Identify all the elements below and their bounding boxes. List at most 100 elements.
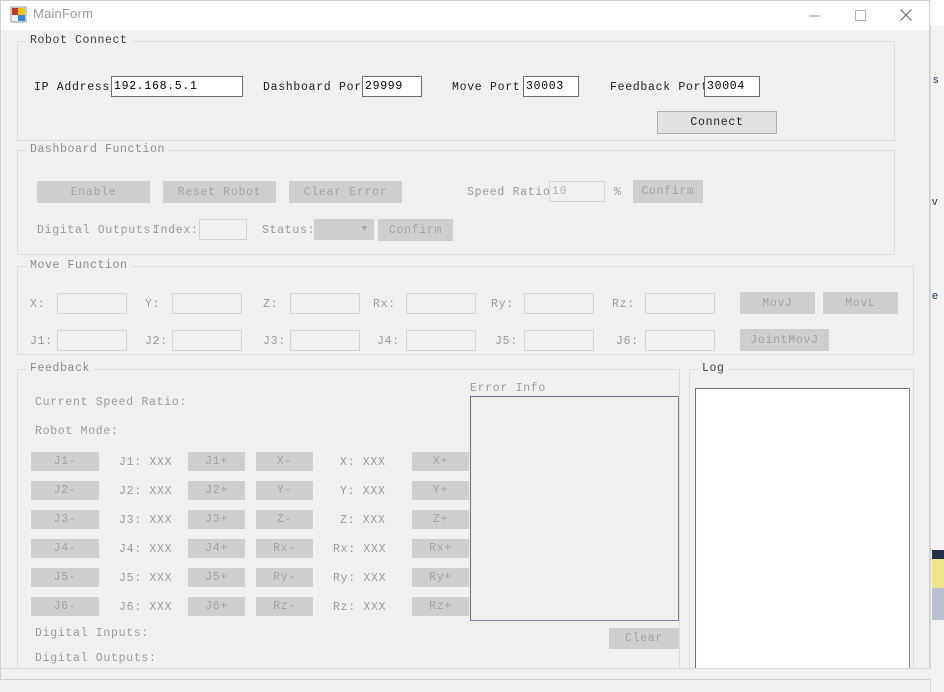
speed-ratio-label: Speed Ratio:	[467, 186, 559, 199]
status-label: Status:	[262, 224, 316, 237]
jog-ry-plus-button[interactable]: Ry+	[412, 568, 469, 587]
feedback-ry-readout: Ry: XXX	[333, 572, 387, 585]
jog-z-plus-button[interactable]: Z+	[412, 510, 469, 529]
movj-button[interactable]: MovJ	[740, 292, 815, 314]
feedback-j3-readout: J3: XXX	[119, 514, 173, 527]
jog-rx-plus-button[interactable]: Rx+	[412, 539, 469, 558]
reset-robot-button[interactable]: Reset Robot	[163, 181, 276, 203]
background-window[interactable]: s v e	[930, 0, 944, 692]
feedback-rx-readout: Rx: XXX	[333, 543, 387, 556]
clear-error-button[interactable]: Clear Error	[289, 181, 402, 203]
maximize-button[interactable]	[837, 1, 883, 29]
confirm-speed-ratio-button[interactable]: Confirm	[633, 180, 703, 203]
background-band-blue	[932, 588, 944, 620]
move-port-input[interactable]	[523, 76, 579, 97]
jog-j6-minus-button[interactable]: J6-	[31, 597, 99, 616]
feedback-digital-inputs-label: Digital Inputs:	[35, 627, 150, 640]
feedback-j2-readout: J2: XXX	[119, 485, 173, 498]
move-j3-label: J3:	[263, 335, 286, 348]
jog-j6-plus-button[interactable]: J6+	[188, 597, 245, 616]
digital-output-status-select[interactable]: ▼	[314, 219, 374, 240]
jog-j2-plus-button[interactable]: J2+	[188, 481, 245, 500]
connect-button[interactable]: Connect	[657, 111, 777, 134]
jog-j5-plus-button[interactable]: J5+	[188, 568, 245, 587]
feedback-port-input[interactable]	[704, 76, 760, 97]
window-title: MainForm	[33, 6, 94, 21]
feedback-z-readout: Z: XXX	[340, 514, 386, 527]
move-j2-input[interactable]	[172, 330, 242, 351]
jog-j4-minus-button[interactable]: J4-	[31, 539, 99, 558]
jog-j5-minus-button[interactable]: J5-	[31, 568, 99, 587]
move-j6-input[interactable]	[645, 330, 715, 351]
jog-j2-minus-button[interactable]: J2-	[31, 481, 99, 500]
jog-ry-minus-button[interactable]: Ry-	[256, 568, 313, 587]
feedback-y-readout: Y: XXX	[340, 485, 386, 498]
index-label: Index:	[153, 224, 199, 237]
move-ry-input[interactable]	[524, 293, 594, 314]
jog-x-plus-button[interactable]: X+	[412, 452, 469, 471]
feedback-j5-readout: J5: XXX	[119, 572, 173, 585]
log-textarea[interactable]	[695, 388, 910, 673]
feedback-rz-readout: Rz: XXX	[333, 601, 387, 614]
ip-address-input[interactable]	[111, 76, 243, 97]
move-j5-label: J5:	[495, 335, 518, 348]
jog-j3-plus-button[interactable]: J3+	[188, 510, 245, 529]
move-j6-label: J6:	[616, 335, 639, 348]
speed-ratio-input[interactable]	[549, 181, 605, 202]
chevron-down-icon: ▼	[361, 224, 367, 234]
digital-output-index-input[interactable]	[199, 219, 247, 240]
feedback-j4-readout: J4: XXX	[119, 543, 173, 556]
move-j2-label: J2:	[145, 335, 168, 348]
move-rx-input[interactable]	[406, 293, 476, 314]
movl-button[interactable]: MovL	[823, 292, 898, 314]
move-j1-input[interactable]	[57, 330, 127, 351]
move-function-title: Move Function	[26, 259, 132, 272]
jog-y-minus-button[interactable]: Y-	[256, 481, 313, 500]
move-j3-input[interactable]	[290, 330, 360, 351]
error-info-textarea[interactable]	[470, 396, 679, 621]
move-y-label: Y:	[145, 298, 161, 311]
digital-outputs-label: Digital Outputs:	[37, 224, 159, 237]
robot-connect-title: Robot Connect	[26, 34, 132, 47]
current-speed-ratio-label: Current Speed Ratio:	[35, 396, 188, 409]
move-z-input[interactable]	[290, 293, 360, 314]
dashboard-port-input[interactable]	[362, 76, 422, 97]
background-band-yellow	[932, 559, 944, 588]
error-info-label: Error Info	[470, 382, 547, 395]
feedback-port-label: Feedback Port:	[610, 81, 717, 94]
clear-error-info-button[interactable]: Clear	[609, 628, 679, 649]
jog-j1-minus-button[interactable]: J1-	[31, 452, 99, 471]
jointmovj-button[interactable]: JointMovJ	[740, 329, 829, 351]
confirm-digital-output-button[interactable]: Confirm	[378, 219, 453, 241]
jog-rx-minus-button[interactable]: Rx-	[256, 539, 313, 558]
move-j5-input[interactable]	[524, 330, 594, 351]
close-button[interactable]	[883, 1, 929, 29]
minimize-button[interactable]	[791, 1, 837, 29]
title-bar[interactable]: MainForm	[1, 1, 929, 30]
jog-z-minus-button[interactable]: Z-	[256, 510, 313, 529]
log-title: Log	[698, 362, 729, 375]
jog-j3-minus-button[interactable]: J3-	[31, 510, 99, 529]
move-rz-input[interactable]	[645, 293, 715, 314]
jog-y-plus-button[interactable]: Y+	[412, 481, 469, 500]
jog-j4-plus-button[interactable]: J4+	[188, 539, 245, 558]
feedback-title: Feedback	[26, 362, 95, 375]
enable-button[interactable]: Enable	[37, 181, 150, 203]
background-text-fragment-2: v	[932, 196, 938, 208]
jog-x-minus-button[interactable]: X-	[256, 452, 313, 471]
main-window: MainForm Robot Connect IP Address: 192.1…	[0, 0, 931, 680]
feedback-digital-outputs-label: Digital Outputs:	[35, 652, 157, 665]
feedback-j1-readout: J1: XXX	[119, 456, 173, 469]
move-x-input[interactable]	[57, 293, 127, 314]
jog-rz-minus-button[interactable]: Rz-	[256, 597, 313, 616]
background-text-fragment-1: s	[933, 74, 939, 86]
dashboard-function-title: Dashboard Function	[26, 143, 170, 156]
move-port-label: Move Port:	[452, 81, 529, 94]
move-j4-input[interactable]	[406, 330, 476, 351]
move-j4-label: J4:	[377, 335, 400, 348]
jog-rz-plus-button[interactable]: Rz+	[412, 597, 469, 616]
jog-j1-plus-button[interactable]: J1+	[188, 452, 245, 471]
robot-connect-group: Robot Connect IP Address: Dashboard Port…	[17, 34, 895, 141]
window-bottom-chrome	[1, 668, 931, 679]
move-y-input[interactable]	[172, 293, 242, 314]
